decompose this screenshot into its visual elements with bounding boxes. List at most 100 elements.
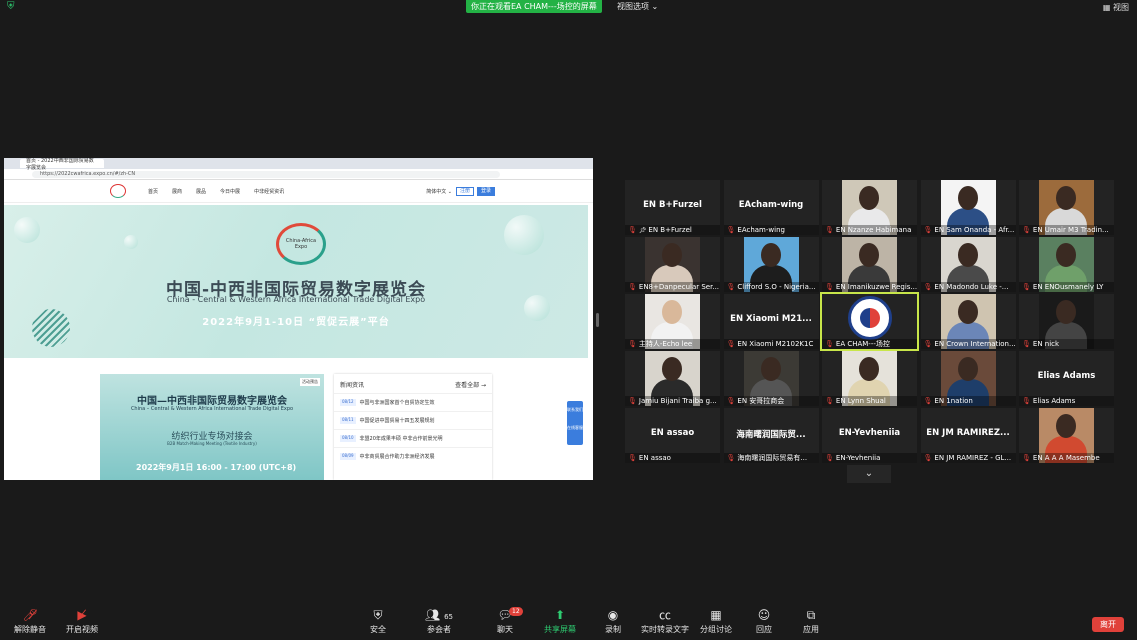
person-head <box>662 300 682 324</box>
share-screen-button[interactable]: ⬆ 共享屏幕 <box>530 606 590 636</box>
news-more-link[interactable]: 查看全部 → <box>455 380 486 389</box>
person-head <box>957 300 978 324</box>
participant-tile[interactable]: 🎙︎ Jamiu Bijani Traiba g... <box>625 351 720 406</box>
participant-tile[interactable]: 🎙︎ 主持人-Echo lee <box>625 294 720 349</box>
participant-tile[interactable]: 海南曙润国际贸... 🎙︎ 海南曙润国际贸易有... <box>723 408 819 463</box>
participant-tile[interactable]: EN B+Furzel 🎙︎ 📌︎ EN B+Furzel <box>625 180 720 235</box>
site-logo[interactable] <box>110 184 126 198</box>
participant-label: 🎙︎ EN Xiaomi M2102K1C <box>723 339 819 349</box>
news-item[interactable]: 08/10 非盟20年成果丰硕 中非合作前景光明 <box>334 429 492 447</box>
participant-tile[interactable]: 🎙︎ EN Lynn Shual <box>822 351 917 406</box>
participant-tile[interactable]: EAcham-wing 🎙︎ EAcham-wing <box>723 180 819 235</box>
participant-label: 🎙︎ EN Madondo Luke -... <box>920 282 1016 292</box>
participant-tile[interactable]: 🎙︎ EN 1nation <box>920 351 1016 406</box>
banner-subtitle: China - Central & Western Africa Interna… <box>166 295 426 304</box>
news-item[interactable]: 08/12 中国与非洲国家首个自贸协定生效 <box>334 393 492 411</box>
participant-label: 🎙︎ EN assao <box>625 453 720 463</box>
participant-name: EN Madondo Luke -... <box>934 283 1009 291</box>
mic-muted-icon: 🎙︎ <box>923 454 933 462</box>
contact-button[interactable]: 联系我们 <box>567 401 583 413</box>
gallery-next-page-button[interactable]: ⌄ <box>847 465 891 483</box>
mic-muted-icon: 🎙︎ <box>628 454 637 462</box>
url-field[interactable]: https://2022cwafrica.expo.cn/#/zh-CN <box>32 170 500 178</box>
view-button[interactable]: ▦ 视图 <box>1103 2 1129 13</box>
decor-bubble <box>14 217 40 243</box>
mic-muted-icon: 🎙︎ <box>1022 454 1031 462</box>
event-card[interactable]: 活动预告 中国—中西非国际贸易数字展览会 China – Central & W… <box>100 374 324 480</box>
mic-muted-icon: 🎙︎ <box>726 454 736 462</box>
mic-muted-icon: 🎙︎ <box>923 226 933 234</box>
mic-muted-icon: 🎙︎ <box>825 340 834 348</box>
security-button[interactable]: ⛨ 安全 <box>348 606 408 636</box>
mic-muted-icon: 🎙︎ <box>726 397 736 405</box>
mic-muted-icon: 🎙︎ <box>825 283 834 291</box>
participant-tile[interactable]: 🎙︎ EN Crown Internation... <box>920 294 1016 349</box>
apps-button[interactable]: ⧉ 应用 <box>781 606 841 636</box>
participant-name-large: EN JM RAMIREZ... <box>926 428 1010 438</box>
participant-tile[interactable]: 🎙︎ EN Sam Onanda - Afr... <box>920 180 1016 235</box>
mic-muted-icon: 🎙︎ <box>1022 340 1031 348</box>
site-nav-item[interactable]: 中非经贸资讯 <box>254 188 284 195</box>
participant-label: 🎙︎ EN8+Danpecular Ser... <box>625 282 720 292</box>
participant-tile[interactable]: 🎙︎ EN Nzanze Habimana <box>822 180 917 235</box>
participant-tile[interactable]: 🎙︎ EN A A A Masembe <box>1019 408 1114 463</box>
participant-label: 🎙︎ EA CHAM---场控 <box>822 339 917 349</box>
language-select[interactable]: 简体中文 ⌄ <box>426 188 452 195</box>
participant-label: 🎙︎ Elias Adams <box>1019 396 1114 406</box>
view-options-button[interactable]: 视图选项 ⌄ <box>611 0 664 13</box>
participant-tile[interactable]: 🎙︎ EN ENOusmanely LY <box>1019 237 1114 292</box>
floating-contact[interactable]: 联系我们 在线客服 <box>567 401 583 445</box>
participant-tile[interactable]: 🎙︎ EN Madondo Luke -... <box>920 237 1016 292</box>
record-button[interactable]: ◉ 录制 <box>583 606 643 636</box>
participant-name: EN A A A Masembe <box>1032 454 1100 462</box>
participant-tile[interactable]: 🎙︎ EN Umair M3 Tradin... <box>1019 180 1114 235</box>
participant-tile[interactable]: EN Xiaomi M21... 🎙︎ EN Xiaomi M2102K1C <box>723 294 819 349</box>
participants-icon: 👥︎ 65 <box>425 608 453 622</box>
shared-screen: 首页 - 2022中西非国际贸易数字展览会 https://2022cwafri… <box>4 158 593 480</box>
participant-tile[interactable]: 🎙︎ EN 安哥拉商会 <box>723 351 819 406</box>
participant-name: EN assao <box>638 454 671 462</box>
participant-tile[interactable]: Elias Adams 🎙︎ Elias Adams <box>1019 351 1114 406</box>
unmute-button[interactable]: 🎤︎̸ 解除静音 <box>0 606 60 636</box>
participant-tile[interactable]: 🎙︎ EN nick <box>1019 294 1114 349</box>
site-nav-item[interactable]: 首页 <box>148 188 158 195</box>
mic-muted-icon: 🎙︎ <box>628 283 637 291</box>
mic-muted-icon: 🎙︎ <box>825 397 834 405</box>
participant-tile[interactable]: EN-Yevheniia 🎙︎ EN-Yevheniia <box>822 408 917 463</box>
shield-icon[interactable]: ⛨ <box>7 2 17 12</box>
participant-label: 🎙︎ EN-Yevheniia <box>822 453 917 463</box>
event-badge: 活动预告 <box>300 378 320 386</box>
site-nav-item[interactable]: 今日中展 <box>220 188 240 195</box>
mic-muted-icon: 🎙︎ <box>726 226 736 234</box>
participant-tile[interactable]: EN JM RAMIREZ... 🎙︎ EN JM RAMIREZ - GL... <box>920 408 1016 463</box>
news-item[interactable]: 08/11 中国促进中国贸易十四五发展规划 <box>334 411 492 429</box>
video-off-icon: ▶̸ <box>77 608 87 622</box>
chat-icon: 💬︎ <box>497 608 513 622</box>
login-button[interactable]: 注册 <box>455 186 474 196</box>
person-head <box>1056 300 1076 324</box>
register-button[interactable]: 登录 <box>476 186 495 196</box>
participant-tile[interactable]: 🎙︎ EN Imanikuzwe Regis... <box>822 237 917 292</box>
leave-button[interactable]: 离开 <box>1092 617 1124 632</box>
start-video-button[interactable]: ▶̸ 开启视频 <box>52 606 112 636</box>
sharing-indicator[interactable]: 你正在观看EA CHAM---场控的屏幕 <box>466 0 602 13</box>
participant-tile[interactable]: 🎙︎ Clifford S.O - Nigeria... <box>723 237 819 292</box>
site-nav-item[interactable]: 展品 <box>196 188 206 195</box>
participant-tile[interactable]: 🎙︎ EN8+Danpecular Ser... <box>625 237 720 292</box>
participant-label: 🎙︎ EN Umair M3 Tradin... <box>1019 225 1114 235</box>
news-title: 中国与非洲国家首个自贸协定生效 <box>359 400 435 406</box>
participant-name: EN nick <box>1032 340 1060 348</box>
splitter-handle[interactable] <box>596 313 599 327</box>
chat-button[interactable]: 💬︎ 12 聊天 <box>475 606 535 636</box>
chamber-logo-icon <box>848 296 892 340</box>
participants-button[interactable]: 👥︎ 65 参会者 <box>409 606 469 636</box>
participant-tile[interactable]: 🎙︎ EA CHAM---场控 <box>820 292 919 351</box>
participant-name: EN 安哥拉商会 <box>737 397 785 405</box>
browser-tab[interactable]: 首页 - 2022中西非国际贸易数字展览会 <box>20 158 104 171</box>
site-nav-item[interactable]: 展商 <box>172 188 182 195</box>
participant-name: EN8+Danpecular Ser... <box>638 283 720 291</box>
participant-tile[interactable]: EN assao 🎙︎ EN assao <box>625 408 720 463</box>
news-title: 中国促进中国贸易十四五发展规划 <box>359 418 435 424</box>
news-item[interactable]: 08/09 中非商贸展合作助力非洲经济发展 <box>334 447 492 465</box>
service-button[interactable]: 在线客服 <box>567 413 583 431</box>
